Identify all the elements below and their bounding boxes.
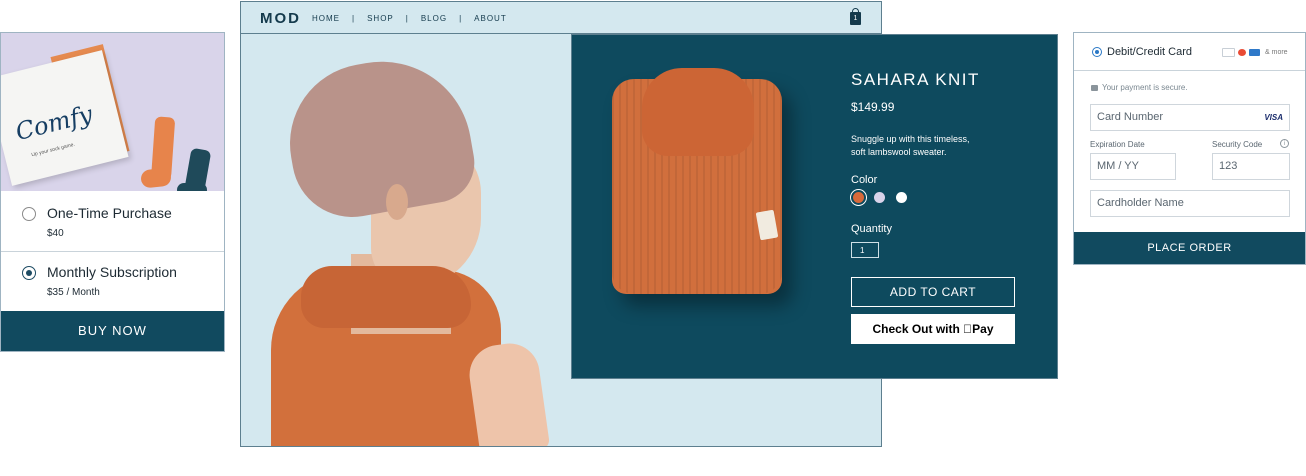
sweater-collar bbox=[642, 68, 754, 156]
option-label: Monthly Subscription bbox=[47, 264, 177, 280]
payment-card: Debit/Credit Card & more Your payment is… bbox=[1073, 32, 1306, 265]
shopping-bag-icon[interactable]: 1 bbox=[850, 8, 861, 25]
payment-method-row[interactable]: Debit/Credit Card & more bbox=[1074, 33, 1305, 71]
color-swatch-white[interactable] bbox=[896, 192, 907, 203]
product-panel: SAHARA KNIT $149.99 Snuggle up with this… bbox=[571, 34, 1058, 379]
top-nav: MOD HOME | SHOP | BLOG | ABOUT 1 bbox=[241, 2, 881, 34]
product-image-socks: Comfy Up your sock game. bbox=[1, 33, 224, 191]
radio-card-payment[interactable] bbox=[1092, 47, 1102, 57]
option-monthly-subscription[interactable]: Monthly Subscription $35 / Month bbox=[1, 252, 224, 310]
description-line: soft lambswool sweater. bbox=[851, 147, 947, 157]
card-logos: & more bbox=[1222, 48, 1288, 57]
security-code-field[interactable]: 123 bbox=[1212, 153, 1290, 180]
option-price: $35 / Month bbox=[47, 287, 100, 298]
nav-about[interactable]: ABOUT bbox=[474, 14, 507, 23]
info-icon[interactable]: i bbox=[1280, 139, 1289, 148]
security-code-label: Security Code bbox=[1212, 140, 1263, 149]
nav-menu: HOME | SHOP | BLOG | ABOUT bbox=[312, 14, 507, 23]
product-price: $149.99 bbox=[851, 100, 895, 114]
cart-count: 1 bbox=[853, 15, 858, 22]
visa-logo-icon bbox=[1222, 48, 1235, 57]
color-label: Color bbox=[851, 174, 878, 186]
model-hand bbox=[465, 339, 551, 446]
more-cards-label: & more bbox=[1265, 49, 1288, 56]
lock-icon bbox=[1091, 85, 1098, 91]
teal-sock-foot bbox=[177, 183, 207, 191]
nav-separator: | bbox=[405, 14, 409, 23]
product-title: SAHARA KNIT bbox=[851, 70, 980, 89]
amex-logo-icon bbox=[1249, 49, 1260, 56]
nav-separator: | bbox=[352, 14, 356, 23]
store-logo[interactable]: MOD bbox=[260, 10, 301, 27]
option-one-time-purchase[interactable]: One-Time Purchase $40 bbox=[1, 193, 224, 252]
product-description: Snuggle up with this timeless, soft lamb… bbox=[851, 133, 1011, 159]
color-swatch-lilac[interactable] bbox=[874, 192, 885, 203]
apple-pay-button[interactable]: Check Out with Pay bbox=[851, 314, 1015, 344]
store-window: MOD HOME | SHOP | BLOG | ABOUT 1 SAHARA … bbox=[240, 1, 1058, 447]
add-to-cart-button[interactable]: ADD TO CART bbox=[851, 277, 1015, 307]
model-collar bbox=[301, 266, 471, 328]
description-line: Snuggle up with this timeless, bbox=[851, 134, 970, 144]
nav-blog[interactable]: BLOG bbox=[421, 14, 447, 23]
radio-one-time[interactable] bbox=[22, 207, 36, 221]
color-swatch-orange[interactable] bbox=[853, 192, 864, 203]
payment-method-label: Debit/Credit Card bbox=[1107, 46, 1192, 58]
quantity-label: Quantity bbox=[851, 223, 892, 235]
radio-monthly[interactable] bbox=[22, 266, 36, 280]
model-photo bbox=[241, 34, 571, 446]
nav-home[interactable]: HOME bbox=[312, 14, 340, 23]
visa-brand-icon: VISA bbox=[1264, 113, 1283, 122]
expiration-label: Expiration Date bbox=[1090, 140, 1145, 149]
secure-notice: Your payment is secure. bbox=[1091, 83, 1188, 92]
option-price: $40 bbox=[47, 228, 64, 239]
expiration-field[interactable]: MM / YY bbox=[1090, 153, 1176, 180]
card-number-placeholder: Card Number bbox=[1097, 111, 1164, 123]
card-number-field[interactable]: Card Number VISA bbox=[1090, 104, 1290, 131]
cardholder-name-field[interactable]: Cardholder Name bbox=[1090, 190, 1290, 217]
place-order-button[interactable]: PLACE ORDER bbox=[1074, 232, 1305, 264]
buy-now-button[interactable]: BUY NOW bbox=[1, 311, 224, 351]
option-label: One-Time Purchase bbox=[47, 205, 172, 221]
model-ear bbox=[386, 184, 408, 220]
subscription-card: Comfy Up your sock game. One-Time Purcha… bbox=[0, 32, 225, 352]
nav-shop[interactable]: SHOP bbox=[367, 14, 394, 23]
mastercard-logo-icon bbox=[1238, 49, 1246, 56]
quantity-input[interactable]: 1 bbox=[851, 242, 879, 258]
secure-text: Your payment is secure. bbox=[1102, 83, 1188, 92]
nav-separator: | bbox=[459, 14, 463, 23]
orange-sock-foot bbox=[140, 167, 172, 189]
